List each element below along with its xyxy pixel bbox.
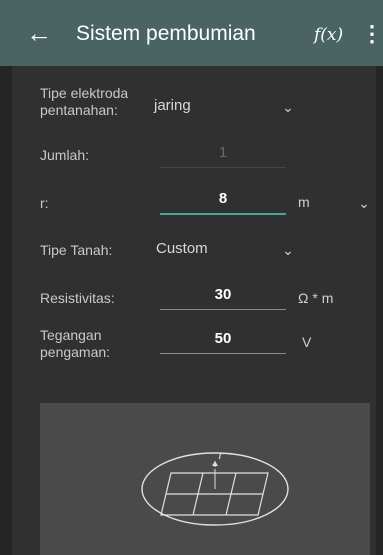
r-dimension-label: r	[218, 448, 225, 462]
resistivity-label: Resistivitas:	[40, 290, 115, 306]
soil-type-select[interactable]: Custom	[156, 239, 276, 259]
soil-type-label: Tipe Tanah:	[40, 242, 113, 258]
electrode-type-select[interactable]: jaring	[154, 96, 274, 116]
left-edge	[0, 66, 12, 555]
voltage-unit: V	[302, 334, 312, 350]
app-bar: ← Sistem pembumian f(x) ⋮	[0, 0, 383, 66]
page-title: Sistem pembumian	[76, 22, 256, 45]
chevron-down-icon[interactable]: ⌄	[356, 196, 372, 210]
chevron-down-icon[interactable]: ⌄	[280, 243, 296, 257]
r-field[interactable]: 8	[160, 187, 286, 215]
right-edge	[376, 66, 383, 555]
voltage-label: Tegangan pengaman:	[40, 327, 111, 360]
more-vert-icon[interactable]: ⋮	[361, 20, 383, 48]
r-unit-select[interactable]: m	[298, 192, 338, 212]
resistivity-field[interactable]: 30	[160, 283, 286, 310]
r-label: r:	[40, 195, 49, 211]
grounding-diagram: r	[40, 403, 370, 555]
grid-electrode-illustration: r	[141, 448, 289, 526]
count-field: 1	[160, 141, 286, 168]
resistivity-unit: Ω * m	[298, 290, 334, 306]
arrow-left-icon[interactable]: ←	[26, 18, 52, 48]
voltage-field[interactable]: 50	[160, 327, 286, 354]
count-label: Jumlah:	[40, 147, 90, 163]
chevron-down-icon[interactable]: ⌄	[280, 100, 296, 114]
function-button[interactable]: f(x)	[314, 22, 348, 48]
electrode-type-label: Tipe elektroda pentanahan:	[40, 85, 129, 118]
